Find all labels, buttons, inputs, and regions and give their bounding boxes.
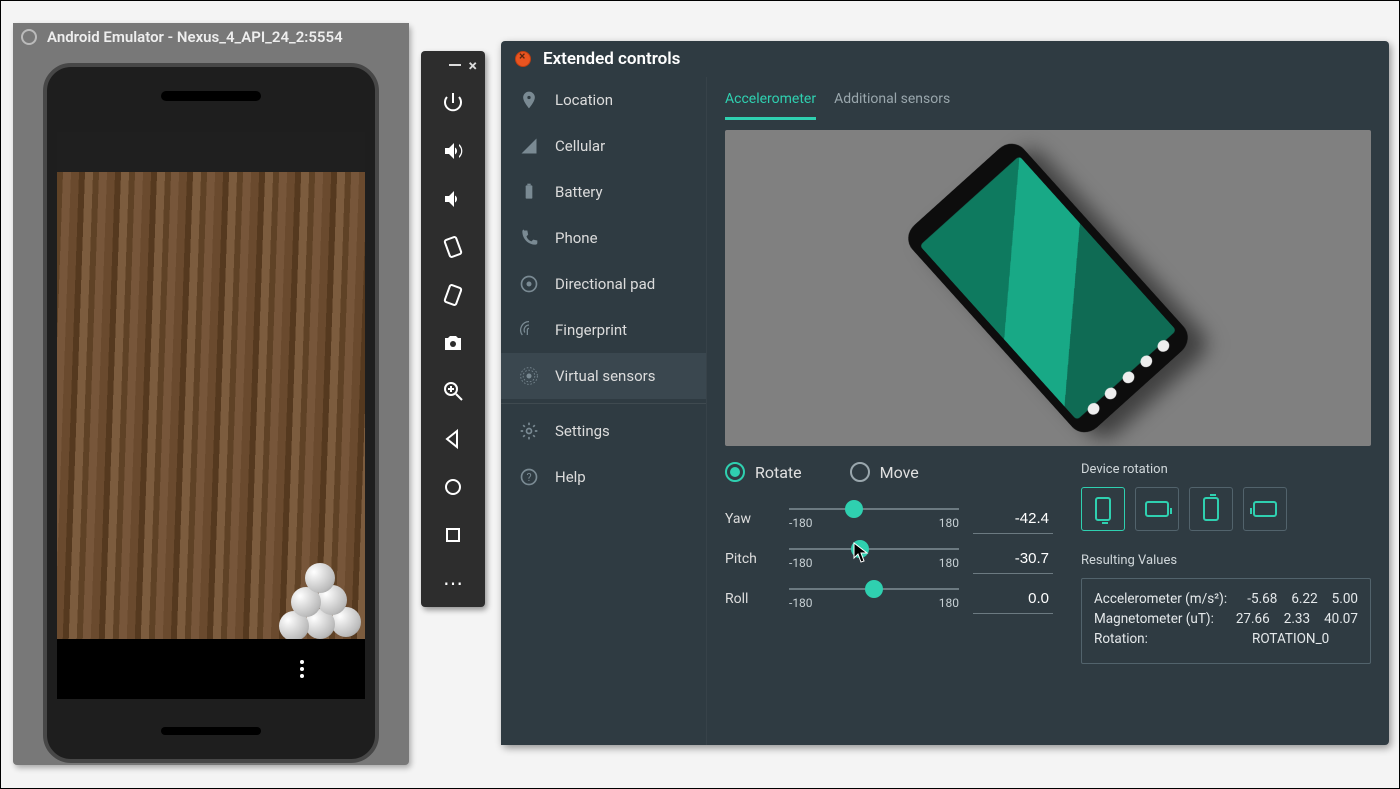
device-frame [43, 63, 379, 763]
panel-sidebar: Location Cellular Battery Phone Directio… [501, 77, 707, 745]
sidebar-item-virtual-sensors[interactable]: Virtual sensors [501, 353, 706, 399]
fingerprint-icon [519, 320, 539, 340]
tab-additional-sensors[interactable]: Additional sensors [834, 91, 950, 120]
overview-button[interactable] [421, 511, 485, 559]
rotation-portrait-reverse-button[interactable] [1189, 487, 1233, 531]
roll-row: Roll -180180 [725, 584, 1053, 614]
minimize-icon[interactable] [449, 64, 461, 66]
panel-title: Extended controls [543, 49, 680, 69]
yaw-slider[interactable]: -180180 [789, 508, 959, 530]
rotate-right-button[interactable] [421, 271, 485, 319]
bottom-speaker [161, 727, 261, 735]
yaw-label: Yaw [725, 511, 775, 527]
mode-move-radio[interactable]: Move [850, 462, 919, 482]
mouse-cursor-icon [853, 542, 869, 564]
volume-up-button[interactable] [421, 127, 485, 175]
mode-rotate-radio[interactable]: Rotate [725, 462, 802, 482]
device-rotation-label: Device rotation [1081, 462, 1371, 477]
pitch-row: Pitch -180180 [725, 544, 1053, 574]
rotate-left-button[interactable] [421, 223, 485, 271]
sidebar-item-fingerprint[interactable]: Fingerprint [501, 307, 706, 353]
dpad-icon [519, 274, 539, 294]
nav-more-icon[interactable] [300, 660, 304, 678]
sidebar-item-label: Directional pad [555, 275, 655, 293]
roll-label: Roll [725, 591, 775, 607]
back-button[interactable] [421, 415, 485, 463]
svg-text:?: ? [526, 471, 531, 484]
home-button[interactable] [421, 463, 485, 511]
radio-label: Move [880, 463, 919, 482]
sidebar-item-label: Help [555, 468, 586, 486]
emulator-titlebar[interactable]: Android Emulator - Nexus_4_API_24_2:5554 [13, 23, 409, 51]
sidebar-item-label: Location [555, 91, 613, 109]
sidebar-item-settings[interactable]: Settings [501, 408, 706, 454]
sidebar-item-cellular[interactable]: Cellular [501, 123, 706, 169]
panel-titlebar[interactable]: Extended controls [501, 41, 1389, 77]
rotation-landscape-reverse-button[interactable] [1243, 487, 1287, 531]
extended-controls-panel: Extended controls Location Cellular Batt… [501, 41, 1389, 745]
emulator-title: Android Emulator - Nexus_4_API_24_2:5554 [47, 28, 343, 46]
sidebar-item-help[interactable]: ? Help [501, 454, 706, 500]
sidebar-item-phone[interactable]: Phone [501, 215, 706, 261]
device-3d-model[interactable] [901, 137, 1195, 440]
rotation-label: Rotation: [1094, 631, 1244, 647]
pitch-value-field[interactable] [973, 544, 1053, 574]
resulting-values-box: Accelerometer (m/s²):-5.686.225.00 Magne… [1081, 578, 1371, 664]
pitch-label: Pitch [725, 551, 775, 567]
screenshot-button[interactable] [421, 319, 485, 367]
sidebar-item-label: Virtual sensors [555, 367, 655, 385]
rotation-landscape-button[interactable] [1135, 487, 1179, 531]
sidebar-item-battery[interactable]: Battery [501, 169, 706, 215]
sidebar-item-location[interactable]: Location [501, 77, 706, 123]
rotation-portrait-button[interactable] [1081, 487, 1125, 531]
sensors-icon [519, 366, 539, 386]
more-button[interactable]: ⋯ [421, 559, 485, 607]
earpiece [161, 91, 261, 101]
sidebar-item-label: Phone [555, 229, 598, 247]
emulator-toolbar: × ⋯ [421, 51, 485, 607]
pitch-slider[interactable]: -180180 [789, 548, 959, 570]
panel-close-icon[interactable] [515, 51, 531, 67]
volume-down-button[interactable] [421, 175, 485, 223]
emulator-window: Android Emulator - Nexus_4_API_24_2:5554 [13, 23, 409, 765]
sidebar-divider [501, 403, 706, 404]
tab-accelerometer[interactable]: Accelerometer [725, 91, 816, 120]
roll-slider[interactable]: -180180 [789, 588, 959, 610]
help-icon: ? [519, 467, 539, 487]
cellular-icon [519, 136, 539, 156]
close-icon[interactable]: × [469, 56, 478, 75]
yaw-row: Yaw -180180 [725, 504, 1053, 534]
device-info-column: Device rotation Resulting Values Acceler… [1081, 462, 1371, 664]
phone-icon [519, 228, 539, 248]
sidebar-item-label: Cellular [555, 137, 605, 155]
panel-content: Accelerometer Additional sensors Rotate … [707, 77, 1389, 745]
zoom-button[interactable] [421, 367, 485, 415]
radio-label: Rotate [755, 463, 802, 482]
device-screen[interactable] [57, 132, 365, 699]
resulting-values-label: Resulting Values [1081, 553, 1371, 568]
power-button[interactable] [421, 79, 485, 127]
roll-value-field[interactable] [973, 584, 1053, 614]
sidebar-item-dpad[interactable]: Directional pad [501, 261, 706, 307]
app-surface[interactable] [57, 172, 365, 639]
marble [305, 563, 335, 593]
mag-label: Magnetometer (uT): [1094, 611, 1228, 627]
sidebar-item-label: Settings [555, 422, 610, 440]
device-3d-preview[interactable] [725, 130, 1371, 446]
window-menu-icon [21, 29, 37, 45]
orientation-controls: Rotate Move Yaw -180180 Pi [725, 462, 1053, 664]
gear-icon [519, 421, 539, 441]
sidebar-item-label: Fingerprint [555, 321, 627, 339]
android-navbar [57, 639, 365, 699]
sensor-tabs: Accelerometer Additional sensors [725, 77, 1371, 120]
yaw-value-field[interactable] [973, 504, 1053, 534]
battery-icon [519, 182, 539, 202]
sidebar-item-label: Battery [555, 183, 603, 201]
location-icon [519, 90, 539, 110]
status-bar [57, 132, 365, 172]
accel-label: Accelerometer (m/s²): [1094, 591, 1239, 607]
